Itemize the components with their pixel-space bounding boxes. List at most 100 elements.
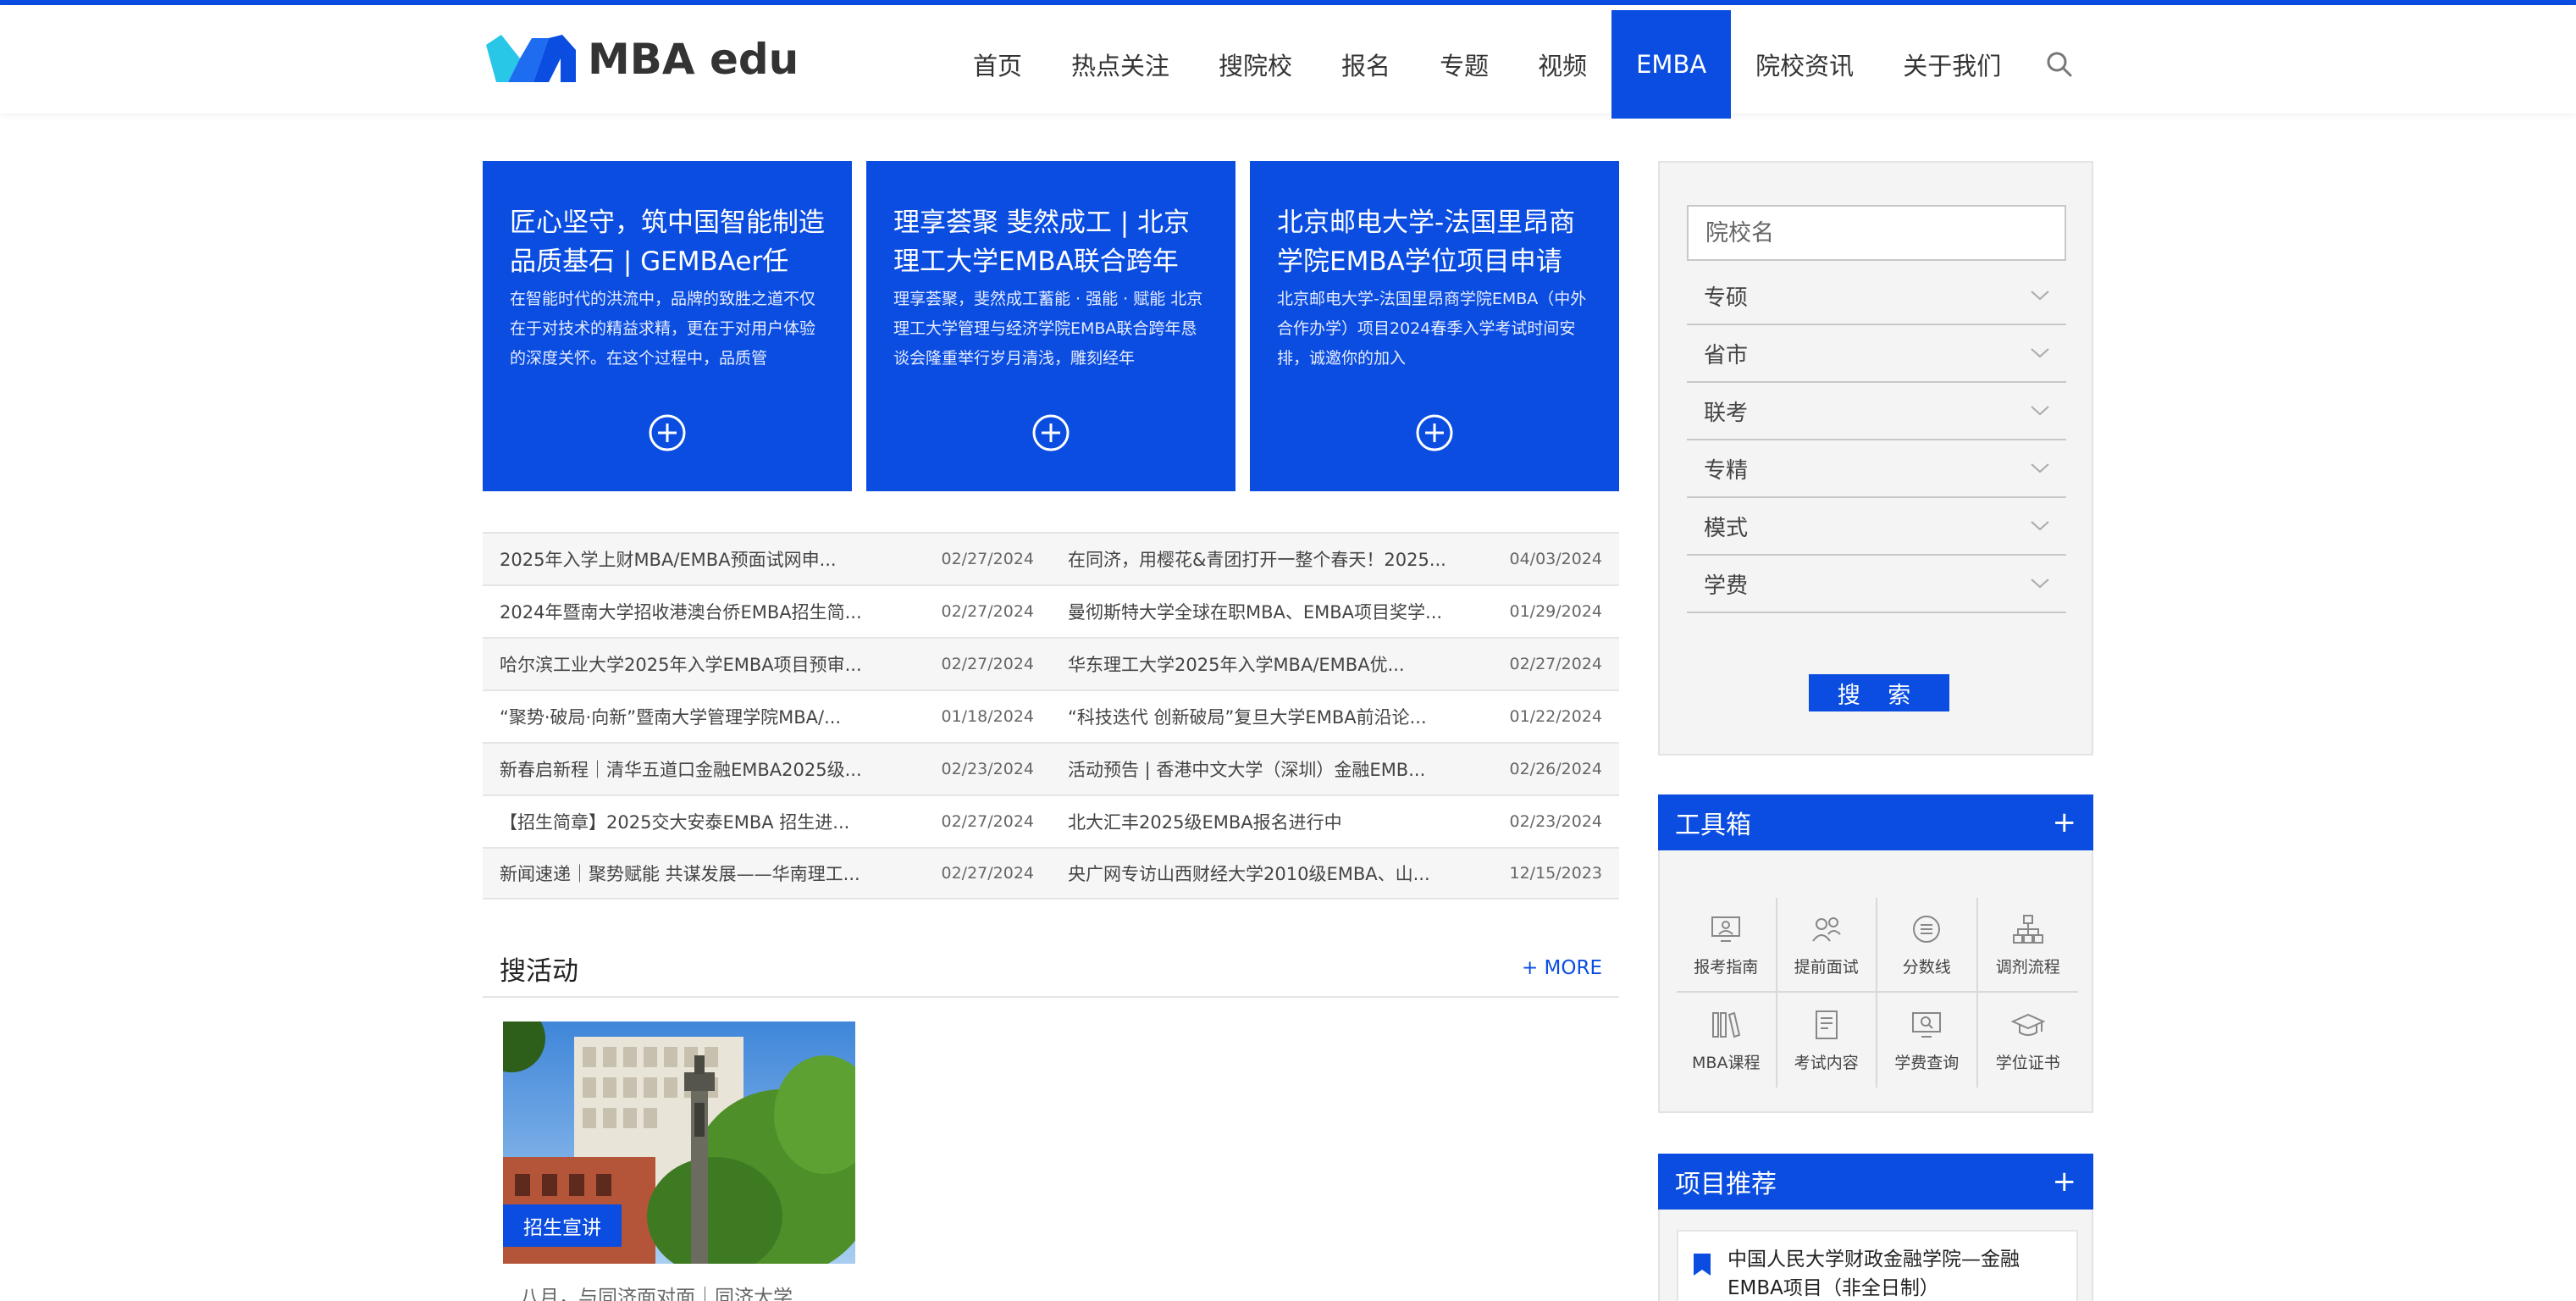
news-item[interactable]: 新闻速递｜聚势赋能 共谋发展——华南理工... 02/27/2024 xyxy=(483,861,1051,886)
bookmark-icon xyxy=(1694,1254,1711,1276)
recommend-item[interactable]: 中国人民大学财政金融学院—金融EMBA项目（非全日制） xyxy=(1677,1230,2078,1301)
graduation-cap-icon xyxy=(2010,1013,2045,1036)
nav-item-school-news[interactable]: 院校资讯 xyxy=(1731,10,1878,119)
feature-card-title[interactable]: 理享荟聚 斐然成工 | 北京理工大学EMBA联合跨年 xyxy=(893,203,1208,281)
filter-select-joint-exam[interactable]: 联考 xyxy=(1687,383,2066,440)
news-item[interactable]: 在同济，用樱花&青团打开一整个春天！2025... 04/03/2024 xyxy=(1051,546,1619,572)
tool-label: 调剂流程 xyxy=(1995,957,2060,977)
chevron-down-icon xyxy=(2031,463,2049,473)
school-name-input[interactable] xyxy=(1687,205,2066,261)
filter-label: 联考 xyxy=(1704,400,1749,426)
logo-text: MBA edu xyxy=(588,35,799,84)
nav-item-search-schools[interactable]: 搜院校 xyxy=(1194,10,1317,119)
activity-image[interactable]: 招生宣讲 xyxy=(503,1021,855,1264)
news-title[interactable]: 哈尔滨工业大学2025年入学EMBA项目预审... xyxy=(500,651,932,677)
news-title[interactable]: 2024年暨南大学招收港澳台侨EMBA招生简... xyxy=(500,599,932,624)
news-title[interactable]: “科技迭代 创新破局”复旦大学EMBA前沿论... xyxy=(1068,704,1501,729)
nav-item-video[interactable]: 视频 xyxy=(1513,10,1611,119)
feature-card-desc: 北京邮电大学-法国里昂商学院EMBA（中外合作办学）项目2024春季入学考试时间… xyxy=(1277,290,1587,368)
nav-item-home[interactable]: 首页 xyxy=(948,10,1047,119)
news-item[interactable]: 北大汇丰2025级EMBA报名进行中 02/23/2024 xyxy=(1051,809,1619,834)
news-row: 哈尔滨工业大学2025年入学EMBA项目预审... 02/27/2024 华东理工… xyxy=(483,637,1619,689)
interview-icon xyxy=(1811,916,1841,942)
recommend-item-title[interactable]: 中国人民大学财政金融学院—金融EMBA项目（非全日制） xyxy=(1727,1248,2020,1299)
filter-select-tuition[interactable]: 学费 xyxy=(1687,556,2066,613)
tool-label: MBA课程 xyxy=(1692,1053,1761,1072)
news-title[interactable]: 新春启新程｜清华五道口金融EMBA2025级... xyxy=(500,756,932,782)
nav-item-special[interactable]: 专题 xyxy=(1415,10,1513,119)
tool-tuition-lookup[interactable]: 学费查询 xyxy=(1877,993,1978,1088)
news-item[interactable]: “科技迭代 创新破局”复旦大学EMBA前沿论... 01/22/2024 xyxy=(1051,704,1619,729)
news-title[interactable]: 曼彻斯特大学全球在职MBA、EMBA项目奖学... xyxy=(1068,599,1501,624)
nav-item-hot-topics[interactable]: 热点关注 xyxy=(1047,10,1194,119)
news-date: 02/23/2024 xyxy=(1509,812,1602,831)
filter-select-major[interactable]: 专硕 xyxy=(1687,268,2066,325)
activity-caption[interactable]: 八月，与同济面对面｜同济大学 xyxy=(503,1281,855,1301)
news-item[interactable]: 2025年入学上财MBA/EMBA预面试网申... 02/27/2024 xyxy=(483,546,1051,572)
nav-item-emba[interactable]: EMBA xyxy=(1611,10,1732,119)
plus-circle-icon[interactable] xyxy=(1415,413,1454,452)
news-title[interactable]: 2025年入学上财MBA/EMBA预面试网申... xyxy=(500,546,932,572)
filter-select-specialty[interactable]: 专精 xyxy=(1687,440,2066,498)
tool-label: 考试内容 xyxy=(1794,1053,1859,1072)
news-item[interactable]: 2024年暨南大学招收港澳台侨EMBA招生简... 02/27/2024 xyxy=(483,599,1051,624)
nav-item-about-us[interactable]: 关于我们 xyxy=(1878,10,2026,119)
monitor-user-icon xyxy=(1711,916,1741,942)
filter-select-province[interactable]: 省市 xyxy=(1687,325,2066,383)
news-title[interactable]: “聚势·破局·向新”暨南大学管理学院MBA/... xyxy=(500,704,932,729)
news-title[interactable]: 北大汇丰2025级EMBA报名进行中 xyxy=(1068,809,1501,834)
search-icon[interactable] xyxy=(2043,47,2076,81)
news-item[interactable]: 曼彻斯特大学全球在职MBA、EMBA项目奖学... 01/29/2024 xyxy=(1051,599,1619,624)
feature-card-title[interactable]: 北京邮电大学-法国里昂商学院EMBA学位项目申请 xyxy=(1277,203,1592,281)
news-item[interactable]: 华东理工大学2025年入学MBA/EMBA优... 02/27/2024 xyxy=(1051,651,1619,677)
tool-degree-certificate[interactable]: 学位证书 xyxy=(1978,993,2079,1088)
news-date: 02/27/2024 xyxy=(941,864,1034,883)
filter-label: 学费 xyxy=(1704,573,1749,599)
news-title[interactable]: 华东理工大学2025年入学MBA/EMBA优... xyxy=(1068,651,1501,677)
tool-exam-content[interactable]: 考试内容 xyxy=(1777,993,1877,1088)
activity-tag[interactable]: 招生宣讲 xyxy=(503,1204,622,1247)
news-date: 02/26/2024 xyxy=(1509,760,1602,778)
tool-mba-courses[interactable]: MBA课程 xyxy=(1677,993,1777,1088)
recommend-heading: 项目推荐 xyxy=(1675,1170,1777,1199)
recommend-expand-button[interactable]: + xyxy=(2053,1167,2077,1196)
news-date: 02/27/2024 xyxy=(941,812,1034,831)
news-date: 02/23/2024 xyxy=(941,760,1034,778)
nav-item-register[interactable]: 报名 xyxy=(1317,10,1415,119)
tool-early-interview[interactable]: 提前面试 xyxy=(1777,898,1877,993)
toolbox-header: 工具箱 + xyxy=(1658,794,2093,850)
tool-exam-guide[interactable]: 报考指南 xyxy=(1677,898,1777,993)
feature-card-title[interactable]: 匠心坚守，筑中国智能制造品质基石 | GEMBAer任 xyxy=(510,203,825,281)
news-item[interactable]: “聚势·破局·向新”暨南大学管理学院MBA/... 01/18/2024 xyxy=(483,704,1051,729)
news-item[interactable]: 【招生简章】2025交大安泰EMBA 招生进... 02/27/2024 xyxy=(483,809,1051,834)
tool-label: 学费查询 xyxy=(1894,1053,1960,1072)
tool-label: 分数线 xyxy=(1902,957,1951,977)
news-item[interactable]: 活动预告 | 香港中文大学（深圳）金融EMB... 02/26/2024 xyxy=(1051,756,1619,782)
feature-card[interactable]: 理享荟聚 斐然成工 | 北京理工大学EMBA联合跨年 理享荟聚，斐然成工蓄能 ·… xyxy=(866,161,1235,491)
news-item[interactable]: 央广网专访山西财经大学2010级EMBA、山... 12/15/2023 xyxy=(1051,861,1619,886)
activity-more-link[interactable]: + MORE xyxy=(1522,957,1602,979)
news-list: 2025年入学上财MBA/EMBA预面试网申... 02/27/2024 在同济，… xyxy=(483,532,1619,900)
tool-score-line[interactable]: 分数线 xyxy=(1877,898,1978,993)
plus-circle-icon[interactable] xyxy=(648,413,687,452)
filter-label: 模式 xyxy=(1704,515,1749,541)
filter-select-mode[interactable]: 模式 xyxy=(1687,498,2066,556)
news-title[interactable]: 活动预告 | 香港中文大学（深圳）金融EMB... xyxy=(1068,756,1501,782)
news-title[interactable]: 在同济，用樱花&青团打开一整个春天！2025... xyxy=(1068,546,1501,572)
site-logo[interactable]: MBA edu xyxy=(486,32,799,86)
activity-card[interactable]: 招生宣讲 八月，与同济面对面｜同济大学 xyxy=(503,1021,855,1301)
tool-adjustment-process[interactable]: 调剂流程 xyxy=(1977,898,2078,993)
plus-circle-icon[interactable] xyxy=(1031,413,1070,452)
feature-card[interactable]: 北京邮电大学-法国里昂商学院EMBA学位项目申请 北京邮电大学-法国里昂商学院E… xyxy=(1250,161,1619,491)
news-title[interactable]: 【招生简章】2025交大安泰EMBA 招生进... xyxy=(500,809,932,834)
news-row: 【招生简章】2025交大安泰EMBA 招生进... 02/27/2024 北大汇丰… xyxy=(483,794,1619,847)
toolbox-expand-button[interactable]: + xyxy=(2053,808,2077,837)
filter-search-button[interactable]: 搜 索 xyxy=(1809,674,1949,711)
main-nav: 首页 热点关注 搜院校 报名 专题 视频 EMBA 院校资讯 关于我们 xyxy=(948,10,2076,119)
news-title[interactable]: 央广网专访山西财经大学2010级EMBA、山... xyxy=(1068,861,1501,886)
news-item[interactable]: 新春启新程｜清华五道口金融EMBA2025级... 02/23/2024 xyxy=(483,756,1051,782)
feature-card[interactable]: 匠心坚守，筑中国智能制造品质基石 | GEMBAer任 在智能时代的洪流中，品牌… xyxy=(483,161,852,491)
list-circle-icon xyxy=(1913,915,1941,943)
news-item[interactable]: 哈尔滨工业大学2025年入学EMBA项目预审... 02/27/2024 xyxy=(483,651,1051,677)
news-title[interactable]: 新闻速递｜聚势赋能 共谋发展——华南理工... xyxy=(500,861,932,886)
